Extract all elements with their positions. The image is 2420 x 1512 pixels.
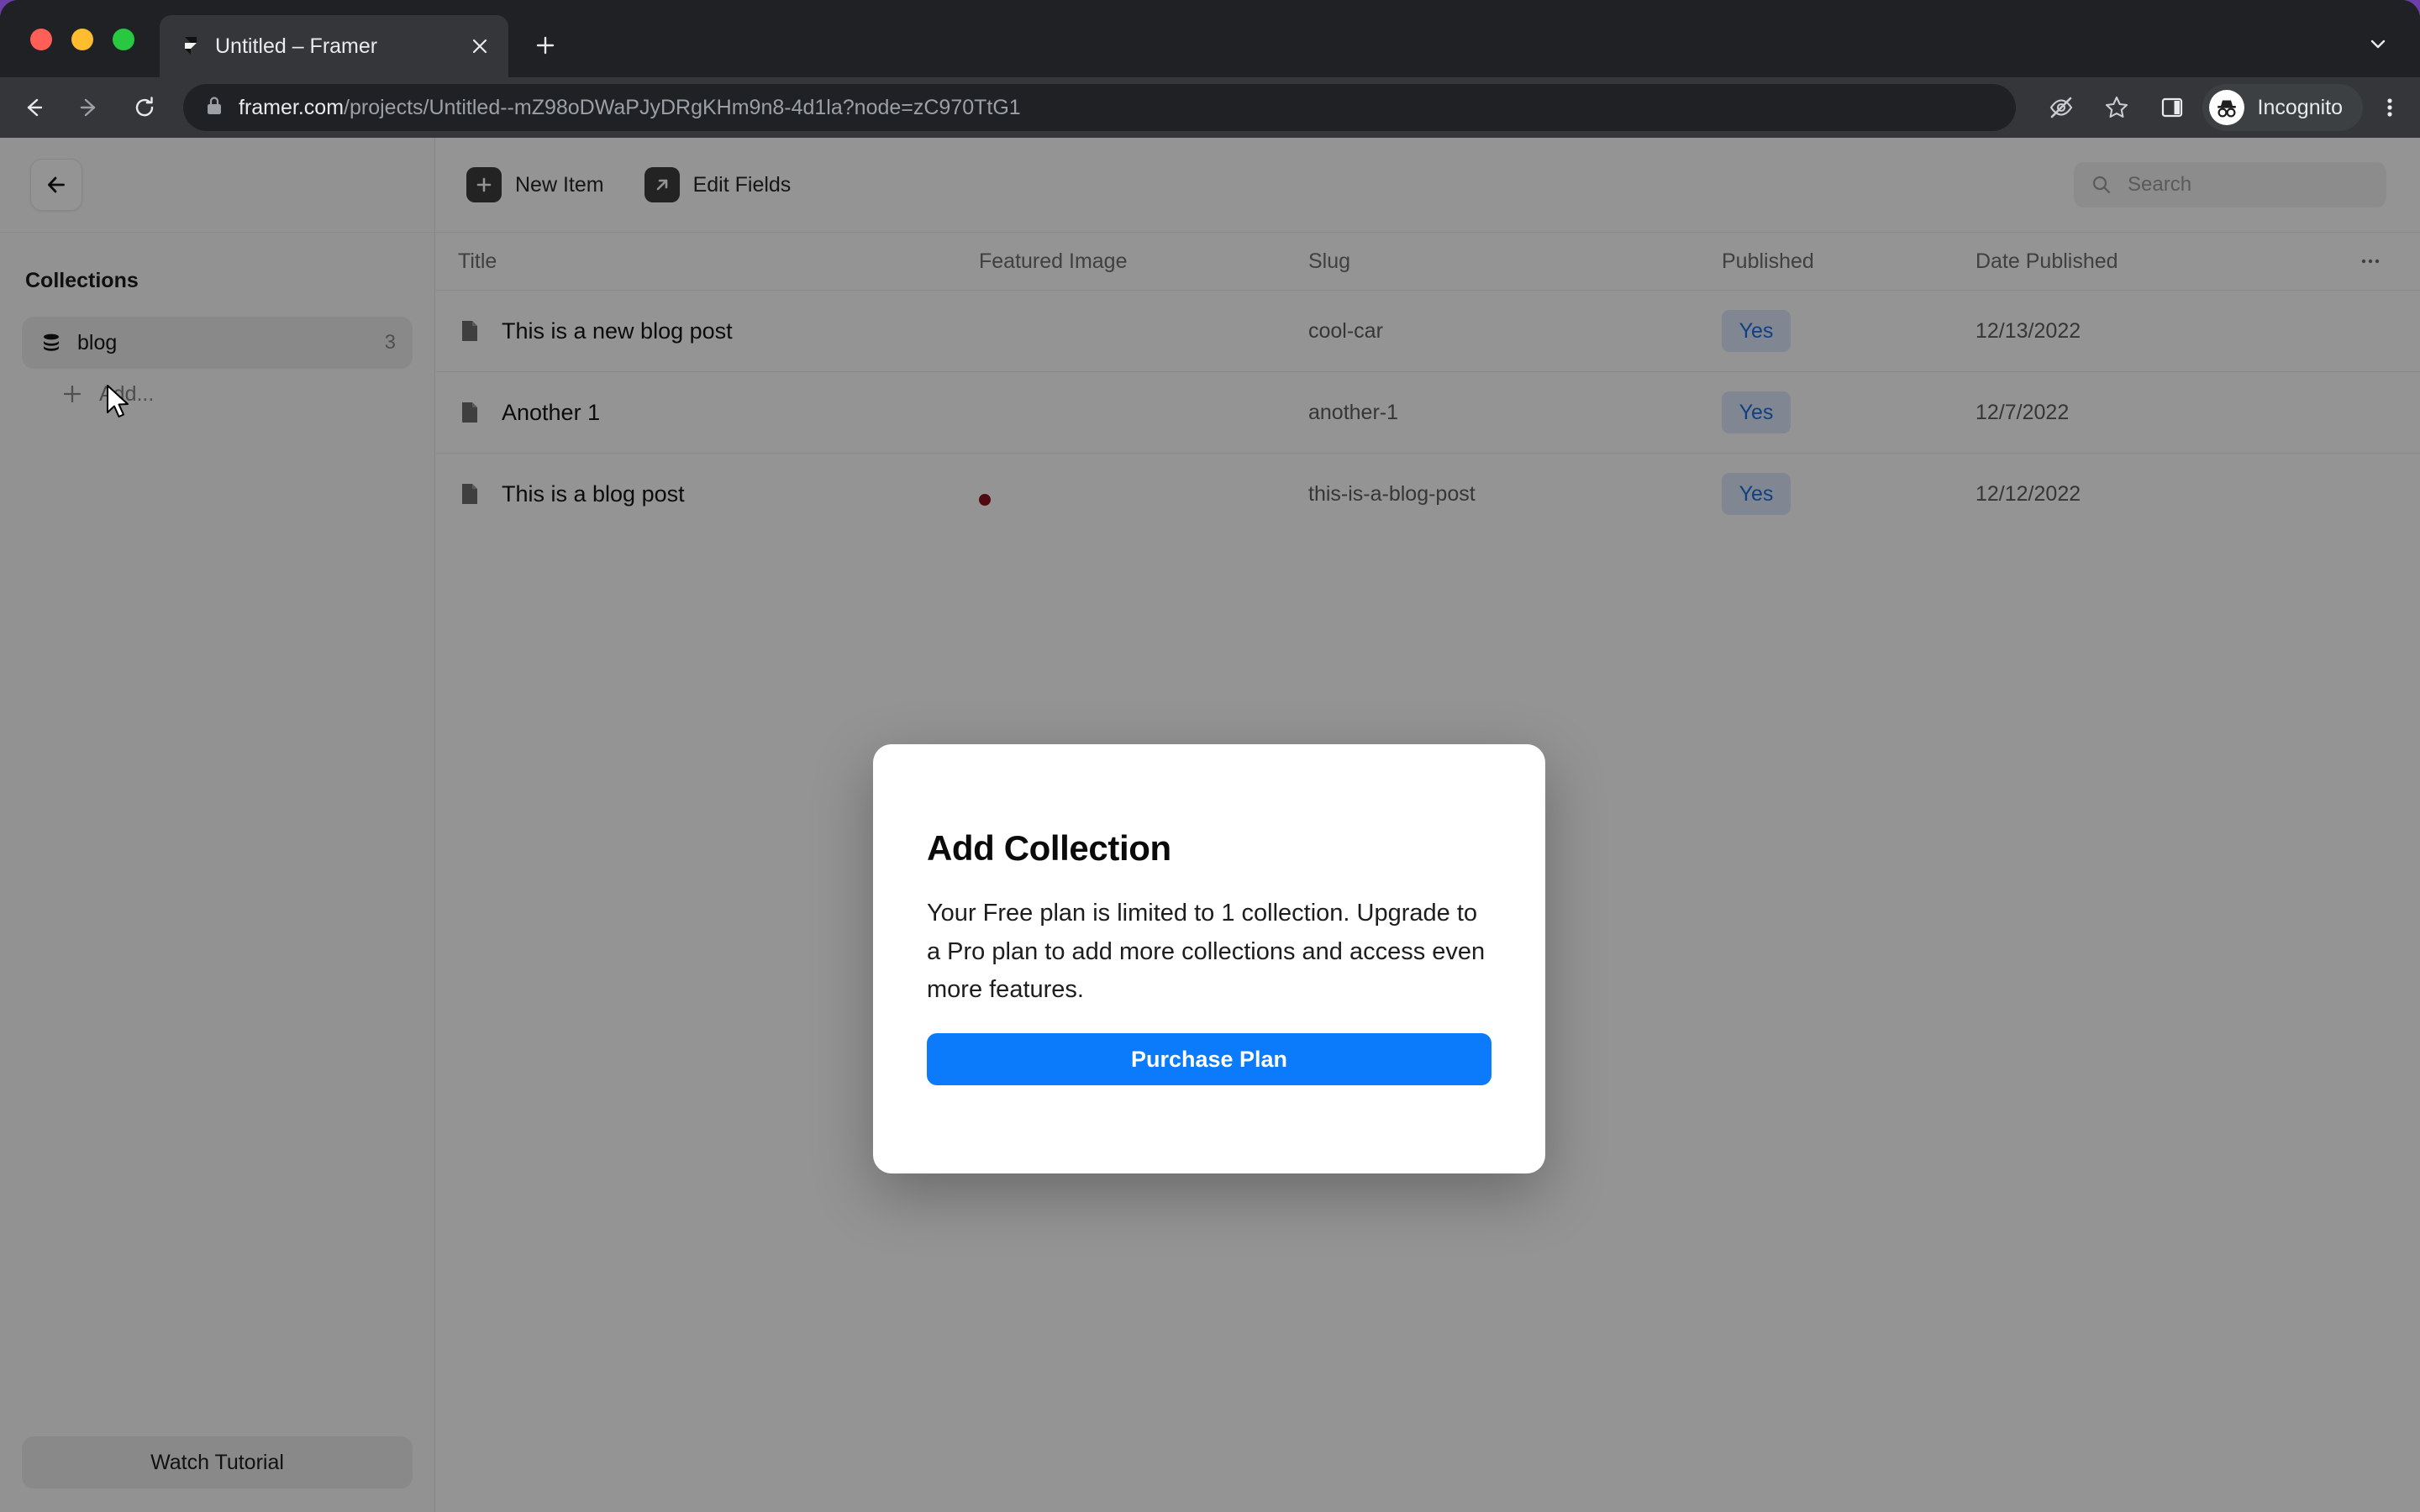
site-info-lock-icon[interactable] (205, 95, 224, 121)
profile-badge[interactable]: Incognito (2202, 84, 2363, 131)
browser-tab[interactable]: Untitled – Framer (160, 15, 508, 77)
browser-window: Untitled – Framer framer.com/projects/Un… (0, 0, 2420, 1512)
window-controls (30, 29, 134, 50)
eye-slash-icon[interactable] (2039, 86, 2083, 129)
toolbar-actions: Incognito (2028, 84, 2420, 131)
tab-title: Untitled – Framer (215, 35, 378, 57)
incognito-icon (2208, 90, 2244, 125)
dialog-body-text: Your Free plan is limited to 1 collectio… (927, 900, 1486, 1004)
maximize-window-button[interactable] (113, 29, 134, 50)
url-text: framer.com/projects/Untitled--mZ98oDWaPJ… (239, 97, 1021, 118)
modal-overlay[interactable]: Add Collection Your Free plan is limited… (0, 138, 2420, 1512)
browser-toolbar: framer.com/projects/Untitled--mZ98oDWaPJ… (0, 77, 2420, 138)
dialog-title: Add Collection (927, 828, 1171, 868)
tab-strip: Untitled – Framer (0, 0, 2420, 77)
profile-label: Incognito (2257, 95, 2343, 119)
new-tab-button[interactable] (525, 25, 566, 66)
side-panel-icon[interactable] (2150, 86, 2194, 129)
url-path: /projects/Untitled--mZ98oDWaPJyDRgKHm9n8… (344, 95, 1021, 119)
framer-logo-icon (180, 35, 202, 57)
star-icon[interactable] (2095, 86, 2139, 129)
forward-arrow-icon[interactable] (67, 86, 111, 129)
close-icon[interactable] (463, 29, 497, 63)
url-domain: framer.com (239, 95, 345, 119)
close-window-button[interactable] (30, 29, 52, 50)
purchase-plan-button[interactable]: Purchase Plan (927, 1033, 1491, 1085)
add-collection-dialog: Add Collection Your Free plan is limited… (873, 744, 1545, 1173)
reload-icon[interactable] (123, 86, 166, 129)
three-dot-menu-icon[interactable] (2368, 86, 2412, 129)
address-bar[interactable]: framer.com/projects/Untitled--mZ98oDWaPJ… (183, 84, 2016, 131)
chevron-down-icon[interactable] (2358, 24, 2398, 64)
back-arrow-icon[interactable] (12, 86, 55, 129)
minimize-window-button[interactable] (71, 29, 93, 50)
